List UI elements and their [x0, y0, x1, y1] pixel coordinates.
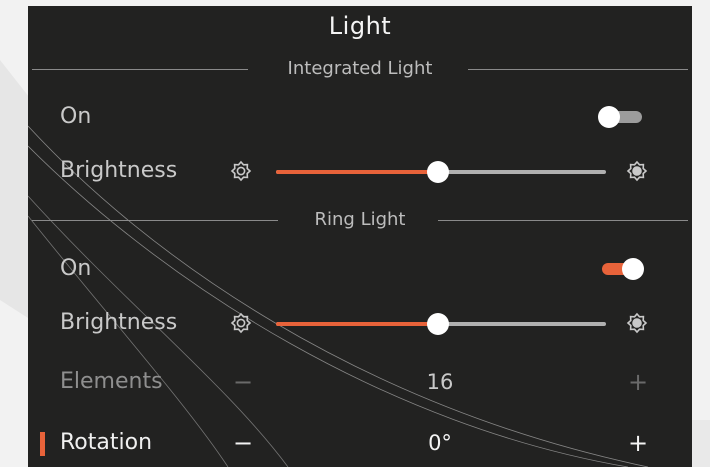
ring-on-label: On — [60, 256, 92, 281]
brightness-low-icon[interactable] — [230, 312, 252, 334]
focus-indicator — [40, 432, 45, 456]
divider-line-right — [468, 69, 688, 70]
rotation-decrease-button[interactable]: − — [229, 429, 257, 457]
slider-fill — [276, 170, 438, 174]
slider-thumb[interactable] — [427, 313, 449, 335]
light-settings-panel: Light Integrated Light On Brightness Rin… — [28, 6, 692, 467]
integrated-light-header: Integrated Light — [32, 58, 688, 80]
elements-increase-button[interactable]: + — [624, 368, 652, 396]
elements-decrease-button[interactable]: − — [229, 368, 257, 396]
ring-light-header: Ring Light — [32, 209, 688, 231]
brightness-high-icon[interactable] — [626, 160, 648, 182]
elements-label: Elements — [60, 369, 163, 394]
integrated-brightness-label: Brightness — [60, 158, 178, 183]
ring-on-toggle[interactable] — [598, 257, 644, 281]
elements-value: 16 — [426, 370, 454, 394]
toggle-knob — [622, 258, 644, 280]
page-title: Light — [328, 12, 392, 40]
toggle-knob — [598, 106, 620, 128]
ring-brightness-label: Brightness — [60, 310, 178, 335]
ring-brightness-slider[interactable] — [276, 312, 606, 336]
brightness-low-icon[interactable] — [230, 160, 252, 182]
rotation-label: Rotation — [60, 430, 153, 455]
rotation-increase-button[interactable]: + — [624, 429, 652, 457]
slider-thumb[interactable] — [427, 161, 449, 183]
rotation-value: 0° — [428, 431, 452, 455]
divider-line-right — [438, 220, 688, 221]
integrated-brightness-slider[interactable] — [276, 160, 606, 184]
slider-fill — [276, 322, 438, 326]
brightness-high-icon[interactable] — [626, 312, 648, 334]
integrated-on-toggle[interactable] — [598, 105, 644, 129]
integrated-on-label: On — [60, 104, 92, 129]
